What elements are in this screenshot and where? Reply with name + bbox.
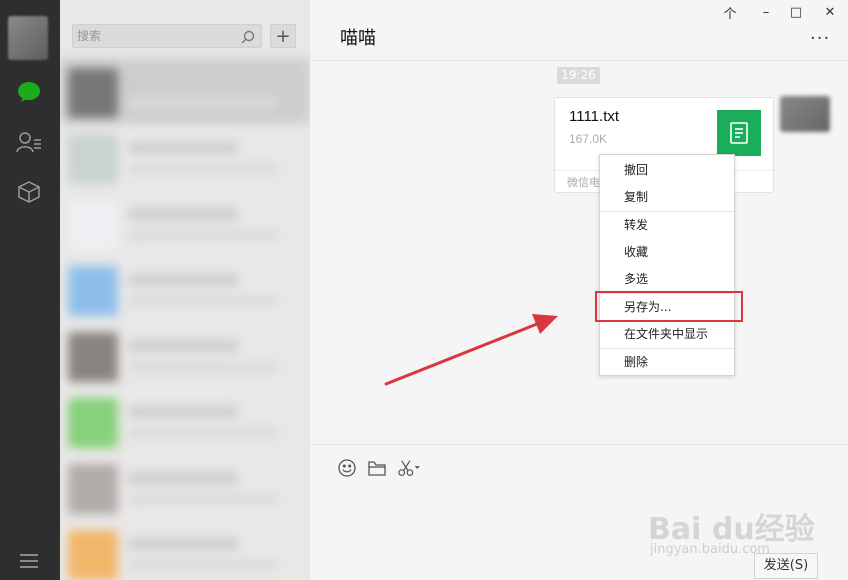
conversation-list — [60, 58, 310, 580]
favorites-icon[interactable] — [15, 178, 43, 206]
maximize-button[interactable]: □ — [786, 4, 806, 20]
file-source-label: 微信电 — [567, 176, 600, 189]
input-divider — [310, 444, 848, 445]
nav-rail — [0, 0, 60, 580]
user-avatar[interactable] — [8, 16, 48, 60]
search-box[interactable] — [72, 24, 262, 48]
menu-item-multiselect[interactable]: 多选 — [600, 266, 734, 292]
menu-item-show-in-folder[interactable]: 在文件夹中显示 — [600, 321, 734, 347]
list-item[interactable] — [60, 454, 310, 520]
file-size: 167.0K — [569, 132, 608, 146]
add-chat-button[interactable]: + — [270, 24, 296, 48]
document-icon — [717, 110, 761, 156]
annotation-arrow — [384, 314, 558, 386]
menu-item-recall[interactable]: 撤回 — [600, 157, 734, 183]
list-item[interactable] — [60, 322, 310, 388]
list-item[interactable] — [60, 124, 310, 190]
conversation-list-panel: + — [60, 0, 310, 580]
search-input[interactable] — [77, 28, 237, 44]
contacts-icon[interactable] — [15, 128, 43, 156]
wechat-window: + 个 – □ ✕ 喵喵 ··· 19:26 1111.txt 167.0K — [0, 0, 848, 580]
chat-title: 喵喵 — [340, 28, 376, 49]
message-timestamp: 19:26 — [557, 67, 600, 84]
menu-item-copy[interactable]: 复制 — [600, 184, 734, 210]
menu-item-delete[interactable]: 删除 — [600, 349, 734, 375]
close-button[interactable]: ✕ — [820, 4, 840, 20]
pin-button[interactable]: 个 — [720, 4, 740, 22]
minimize-button[interactable]: – — [756, 4, 776, 20]
sender-avatar[interactable] — [780, 96, 830, 132]
list-item[interactable] — [60, 190, 310, 256]
chat-icon[interactable] — [15, 78, 43, 106]
list-item[interactable] — [60, 388, 310, 454]
more-options-button[interactable]: ··· — [810, 28, 830, 49]
folder-icon[interactable] — [366, 458, 388, 478]
header-divider — [310, 60, 848, 61]
menu-icon[interactable] — [18, 552, 40, 572]
context-menu: 撤回 复制 转发 收藏 多选 另存为... 在文件夹中显示 删除 — [599, 154, 735, 376]
list-item[interactable] — [60, 256, 310, 322]
emoji-icon[interactable] — [336, 458, 358, 478]
scissors-icon[interactable] — [398, 458, 420, 478]
file-name: 1111.txt — [569, 108, 620, 125]
chat-panel: 个 – □ ✕ 喵喵 ··· 19:26 1111.txt 167.0K 微信电… — [310, 0, 848, 580]
send-button[interactable]: 发送(S) — [754, 553, 818, 579]
highlight-box — [595, 291, 743, 322]
menu-item-forward[interactable]: 转发 — [600, 212, 734, 238]
list-item[interactable] — [60, 58, 310, 124]
search-icon[interactable] — [241, 29, 255, 44]
menu-item-favorite[interactable]: 收藏 — [600, 239, 734, 265]
list-item[interactable] — [60, 520, 310, 580]
